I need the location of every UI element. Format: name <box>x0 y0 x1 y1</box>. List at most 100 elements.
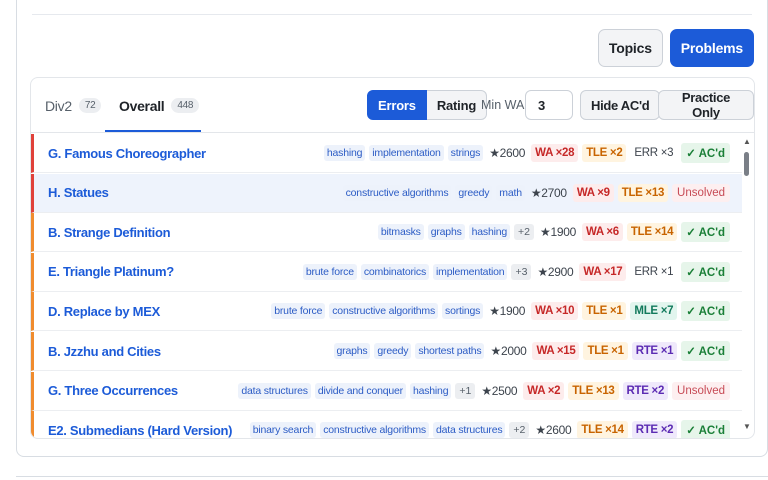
problem-row[interactable]: E2. Submedians (Hard Version) binary sear… <box>31 411 742 438</box>
problem-link[interactable]: E. Triangle Platinum? <box>48 264 174 279</box>
scroll-up-icon[interactable]: ▲ <box>743 137 751 146</box>
topic-tag[interactable]: shortest paths <box>415 343 485 359</box>
topic-tag[interactable]: hashing <box>409 382 452 399</box>
topic-tag[interactable]: constructive algorithms <box>342 184 452 201</box>
tle-badge: TLE ×13 <box>617 183 669 202</box>
scroll-thumb[interactable] <box>744 152 749 176</box>
wa-badge: WA ×15 <box>532 342 580 360</box>
practice-only-button[interactable]: Practice Only <box>658 90 754 120</box>
errors-sort-button[interactable]: Errors <box>367 90 427 120</box>
problem-meta: hashing implementation strings ★2600 WA ×28 T… <box>323 143 730 163</box>
problems-panel: Div2 72 Overall 448 Errors Rating Min WA… <box>30 77 755 439</box>
status-badge: ✓ AC'd <box>681 261 730 282</box>
topic-tag[interactable]: hashing <box>323 145 366 161</box>
problem-link[interactable]: E2. Submedians (Hard Version) <box>48 423 232 438</box>
problem-meta: data structures divide and conquer hashing… <box>238 381 730 400</box>
topic-tag[interactable]: data structures <box>432 422 506 438</box>
panel-toolbar: Div2 72 Overall 448 Errors Rating Min WA… <box>31 78 754 133</box>
sort-toggle: Errors Rating <box>367 90 488 120</box>
topic-tag[interactable]: graphs <box>427 224 465 241</box>
topic-tag[interactable]: implementation <box>433 263 508 280</box>
tab-label: Div2 <box>45 97 72 114</box>
rte-badge: RTE ×1 <box>631 342 678 360</box>
status-badge: Unsolved <box>672 381 730 400</box>
topic-tag[interactable]: constructive algorithms <box>329 303 439 320</box>
mle-badge: MLE ×7 <box>630 302 678 321</box>
problem-row[interactable]: B. Jzzhu and Cities graphs greedy shortest … <box>31 332 742 371</box>
tle-badge: TLE ×13 <box>568 381 619 400</box>
hide-acd-button[interactable]: Hide AC'd <box>580 90 661 120</box>
min-wa-label: Min WA: <box>481 98 528 112</box>
problem-row[interactable]: H. Statues constructive algorithms greedy m… <box>31 173 742 213</box>
rating-sort-button[interactable]: Rating <box>426 90 488 120</box>
topic-tag[interactable]: brute force <box>271 303 326 320</box>
status-badge: ✓ AC'd <box>681 143 730 163</box>
problem-meta: graphs greedy shortest paths ★2000 WA ×15 TLE… <box>333 341 730 361</box>
rating-label: ★2600 <box>489 146 526 160</box>
topic-tag[interactable]: math <box>496 184 525 201</box>
tle-badge: TLE ×1 <box>582 302 627 321</box>
wa-badge: WA ×17 <box>579 262 627 281</box>
rating-label: ★2600 <box>535 423 572 438</box>
topic-tag[interactable]: bitmasks <box>377 224 424 241</box>
topic-tag[interactable]: implementation <box>369 145 444 161</box>
wa-badge: WA ×2 <box>523 381 565 400</box>
tle-badge: TLE ×2 <box>582 144 627 162</box>
problem-list: G. Famous Choreographer hashing implementa… <box>31 134 742 438</box>
tab-count: 448 <box>171 98 200 113</box>
status-badge: Unsolved <box>672 183 730 202</box>
tle-badge: TLE ×14 <box>626 223 678 242</box>
topic-tag[interactable]: divide and conquer <box>314 382 406 399</box>
active-tab-indicator <box>105 130 201 132</box>
tab-div2[interactable]: Div2 72 <box>45 78 102 133</box>
wa-badge: WA ×9 <box>572 183 614 202</box>
tab-count: 72 <box>78 98 102 113</box>
problem-meta: binary search constructive algorithms data… <box>249 420 730 438</box>
topic-tag[interactable]: hashing <box>468 224 511 241</box>
topic-tag[interactable]: sortings <box>442 303 484 320</box>
min-wa-input[interactable] <box>525 90 573 120</box>
problem-link[interactable]: H. Statues <box>48 185 109 200</box>
problem-link[interactable]: G. Three Occurrences <box>48 383 178 398</box>
tle-badge: TLE ×1 <box>583 342 628 360</box>
topic-tag[interactable]: constructive algorithms <box>320 422 429 438</box>
wa-badge: WA ×10 <box>531 302 579 321</box>
scrollbar[interactable]: ▲ ▼ <box>740 134 754 438</box>
bottom-divider <box>16 476 768 477</box>
topic-tag[interactable]: data structures <box>238 382 311 399</box>
more-tags-badge: +2 <box>514 224 535 241</box>
problem-link[interactable]: B. Jzzhu and Cities <box>48 344 161 359</box>
more-tags-badge: +2 <box>509 422 530 438</box>
topic-tag[interactable]: graphs <box>333 343 371 359</box>
rating-label: ★1900 <box>489 304 526 319</box>
tle-badge: TLE ×14 <box>577 421 628 438</box>
problem-link[interactable]: D. Replace by MEX <box>48 304 160 319</box>
err-badge: ERR ×3 <box>634 147 674 159</box>
rating-label: ★2900 <box>537 264 574 279</box>
scroll-down-icon[interactable]: ▼ <box>743 422 751 431</box>
rte-badge: RTE ×2 <box>622 381 669 400</box>
topic-tag[interactable]: binary search <box>249 422 317 438</box>
topics-button[interactable]: Topics <box>597 29 663 67</box>
topic-tag[interactable]: strings <box>447 145 484 161</box>
problem-meta: brute force constructive algorithms sortin… <box>271 301 730 322</box>
more-tags-badge: +1 <box>455 382 476 399</box>
topic-tag[interactable]: greedy <box>374 343 412 359</box>
problem-link[interactable]: B. Strange Definition <box>48 225 171 240</box>
problem-row[interactable]: D. Replace by MEX brute force constructive… <box>31 292 742 332</box>
problem-row[interactable]: G. Three Occurrences data structures divid… <box>31 371 742 411</box>
wa-badge: WA ×6 <box>581 223 623 242</box>
problem-row[interactable]: G. Famous Choreographer hashing implementa… <box>31 134 742 173</box>
tab-overall[interactable]: Overall 448 <box>119 78 200 133</box>
problem-row[interactable]: B. Strange Definition bitmasks graphs hashi… <box>31 213 742 253</box>
problems-button[interactable]: Problems <box>669 29 754 67</box>
problem-meta: brute force combinatorics implementation +3… <box>302 261 730 282</box>
problem-row[interactable]: E. Triangle Platinum? brute force combinat… <box>31 252 742 292</box>
topic-tag[interactable]: combinatorics <box>360 263 430 280</box>
problem-meta: constructive algorithms greedy math ★2700 WA… <box>342 183 730 202</box>
status-badge: ✓ AC'd <box>681 420 730 438</box>
topic-tag[interactable]: greedy <box>455 184 493 201</box>
problem-link[interactable]: G. Famous Choreographer <box>48 146 206 161</box>
rating-label: ★2000 <box>490 344 527 358</box>
topic-tag[interactable]: brute force <box>302 263 357 280</box>
